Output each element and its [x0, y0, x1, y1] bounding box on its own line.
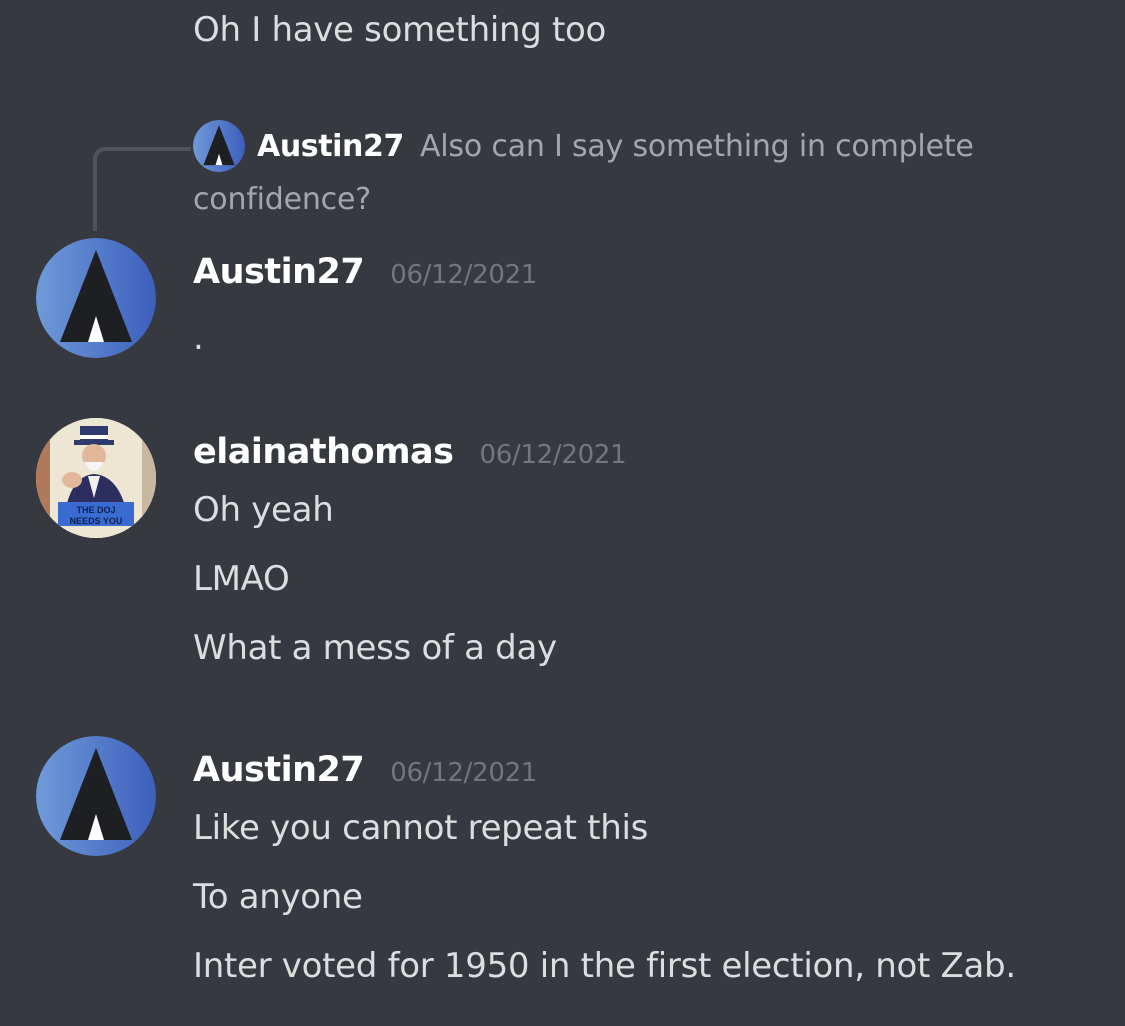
- message-text: What a mess of a day: [193, 628, 557, 668]
- message-header: elainathomas 06/12/2021: [193, 432, 627, 472]
- username[interactable]: Austin27: [193, 252, 365, 292]
- message-text: Oh I have something too: [193, 10, 607, 50]
- message-header: Austin27 06/12/2021: [193, 750, 537, 790]
- message-text: Like you cannot repeat this: [193, 808, 649, 848]
- avatar-caption: THE DOJ: [76, 505, 115, 515]
- username[interactable]: Austin27: [193, 750, 365, 790]
- reply-preview-text: Also can I say something in complete: [419, 128, 974, 164]
- message-header: Austin27 06/12/2021: [193, 252, 537, 292]
- avatar[interactable]: THE DOJ NEEDS YOU: [36, 418, 156, 538]
- timestamp: 06/12/2021: [390, 260, 538, 290]
- message-text: .: [193, 318, 204, 358]
- uncle-sam-avatar-icon: THE DOJ NEEDS YOU: [36, 418, 156, 538]
- austin-avatar-icon: [36, 238, 156, 358]
- austin-avatar-icon: [36, 736, 156, 856]
- timestamp: 06/12/2021: [479, 440, 627, 470]
- avatar[interactable]: [36, 736, 156, 856]
- message-text: To anyone: [193, 877, 363, 917]
- reply-connector-line: [93, 147, 191, 231]
- reply-avatar[interactable]: [193, 120, 245, 172]
- username[interactable]: elainathomas: [193, 432, 454, 472]
- avatar-caption: NEEDS YOU: [70, 516, 123, 526]
- reply-author[interactable]: Austin27: [257, 129, 404, 164]
- avatar[interactable]: [36, 238, 156, 358]
- timestamp: 06/12/2021: [390, 758, 538, 788]
- austin-avatar-icon: [193, 120, 245, 172]
- reply-preview[interactable]: Austin27 Also can I say something in com…: [193, 120, 974, 217]
- message-text: LMAO: [193, 559, 290, 599]
- message-text: Inter voted for 1950 in the first electi…: [193, 946, 1016, 986]
- message-text: Oh yeah: [193, 490, 334, 530]
- reply-preview-text-continued: confidence?: [193, 182, 371, 217]
